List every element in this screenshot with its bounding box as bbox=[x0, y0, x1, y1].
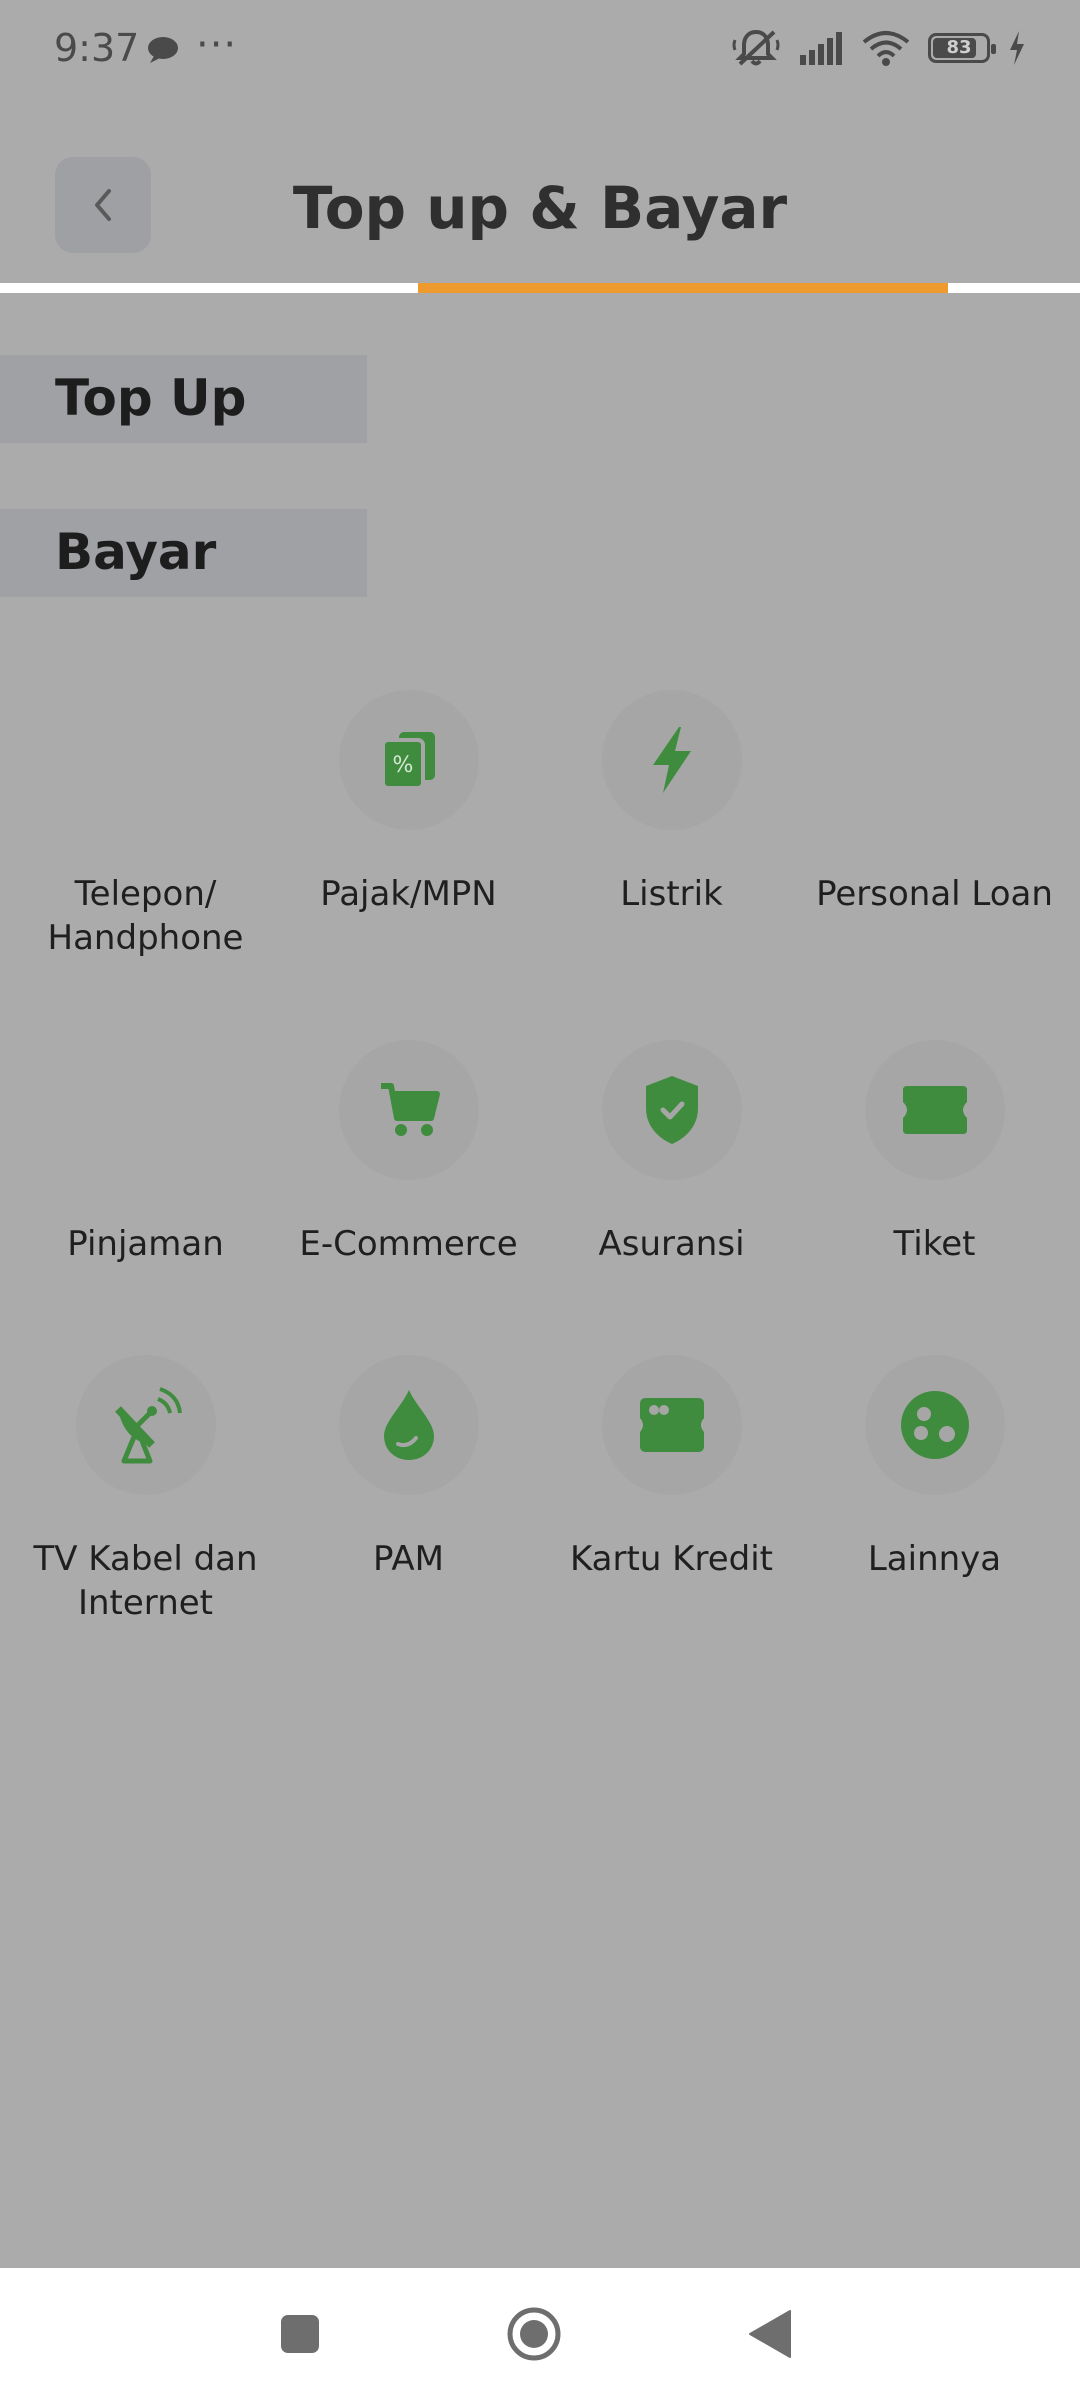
tab-top-up[interactable]: Top Up bbox=[0, 355, 367, 443]
header: Top up & Bayar bbox=[0, 130, 1080, 280]
more-notifications-icon: ··· bbox=[196, 22, 238, 68]
menu-item-label: Lainnya bbox=[867, 1539, 1002, 1579]
menu-item-pajak[interactable]: % Pajak/MPN bbox=[277, 690, 540, 916]
water-drop-icon bbox=[338, 1355, 479, 1495]
menu-item-label: Tiket bbox=[893, 1224, 976, 1264]
status-bar: 9:37 ··· 83 bbox=[0, 0, 1080, 100]
triangle-back-icon bbox=[749, 2310, 791, 2358]
menu-item-label: PAM bbox=[373, 1539, 444, 1579]
phone-icon bbox=[76, 690, 216, 830]
home-button[interactable] bbox=[474, 2268, 594, 2400]
recent-apps-button[interactable] bbox=[240, 2268, 360, 2400]
menu-item-label: Personal Loan bbox=[816, 874, 1053, 914]
svg-text:%: % bbox=[392, 753, 413, 778]
system-nav-bar bbox=[0, 2268, 1080, 2400]
menu-item-tv-kabel[interactable]: TV Kabel dan Internet bbox=[14, 1355, 277, 1625]
menu-item-label: TV Kabel dan Internet bbox=[33, 1539, 258, 1623]
menu-item-label: Telepon/ Handphone bbox=[47, 874, 244, 958]
chat-notification-icon bbox=[148, 37, 178, 63]
menu-item-tiket[interactable]: Tiket bbox=[803, 1040, 1066, 1266]
square-icon bbox=[281, 2315, 319, 2353]
tab-bayar[interactable]: Bayar bbox=[0, 509, 367, 597]
lightning-icon bbox=[601, 690, 742, 830]
ticket-icon bbox=[864, 1040, 1005, 1180]
status-time: 9:37 bbox=[54, 26, 140, 70]
charging-icon bbox=[1010, 31, 1024, 65]
menu-item-ecommerce[interactable]: E-Commerce bbox=[277, 1040, 540, 1266]
signal-icon bbox=[800, 32, 842, 65]
shield-icon bbox=[601, 1040, 742, 1180]
menu-item-telepon[interactable]: Telepon/ Handphone bbox=[14, 690, 277, 960]
mute-icon bbox=[732, 29, 780, 66]
battery-level: 83 bbox=[946, 37, 972, 58]
menu-item-label: Pajak/MPN bbox=[320, 874, 497, 914]
menu-item-lainnya[interactable]: Lainnya bbox=[803, 1355, 1066, 1581]
menu-item-listrik[interactable]: Listrik bbox=[540, 690, 803, 916]
tab-top-up-label: Top Up bbox=[55, 369, 247, 427]
loan-icon bbox=[76, 1040, 216, 1180]
satellite-dish-icon bbox=[75, 1355, 216, 1495]
progress-indicator bbox=[418, 283, 948, 293]
battery-icon: 83 bbox=[928, 33, 996, 63]
menu-item-pinjaman[interactable]: Pinjaman bbox=[14, 1040, 277, 1266]
tax-receipt-icon: % bbox=[338, 690, 479, 830]
menu-item-label: E-Commerce bbox=[299, 1224, 518, 1264]
back-nav-button[interactable] bbox=[710, 2268, 830, 2400]
credit-card-icon bbox=[601, 1355, 742, 1495]
wifi-icon bbox=[862, 31, 910, 66]
page-title: Top up & Bayar bbox=[292, 174, 788, 242]
menu-item-label: Listrik bbox=[620, 874, 723, 914]
loan-icon bbox=[865, 690, 1005, 830]
menu-item-personal-loan[interactable]: Personal Loan bbox=[803, 690, 1066, 916]
more-dots-icon bbox=[864, 1355, 1005, 1495]
menu-item-label: Kartu Kredit bbox=[569, 1539, 773, 1579]
home-circle-icon bbox=[507, 2307, 561, 2361]
menu-item-label: Pinjaman bbox=[67, 1224, 224, 1264]
tab-bayar-label: Bayar bbox=[55, 523, 217, 581]
menu-item-asuransi[interactable]: Asuransi bbox=[540, 1040, 803, 1266]
cart-icon bbox=[338, 1040, 479, 1180]
menu-item-kartu-kredit[interactable]: Kartu Kredit bbox=[540, 1355, 803, 1581]
menu-item-pam[interactable]: PAM bbox=[277, 1355, 540, 1581]
menu-item-label: Asuransi bbox=[598, 1224, 745, 1264]
